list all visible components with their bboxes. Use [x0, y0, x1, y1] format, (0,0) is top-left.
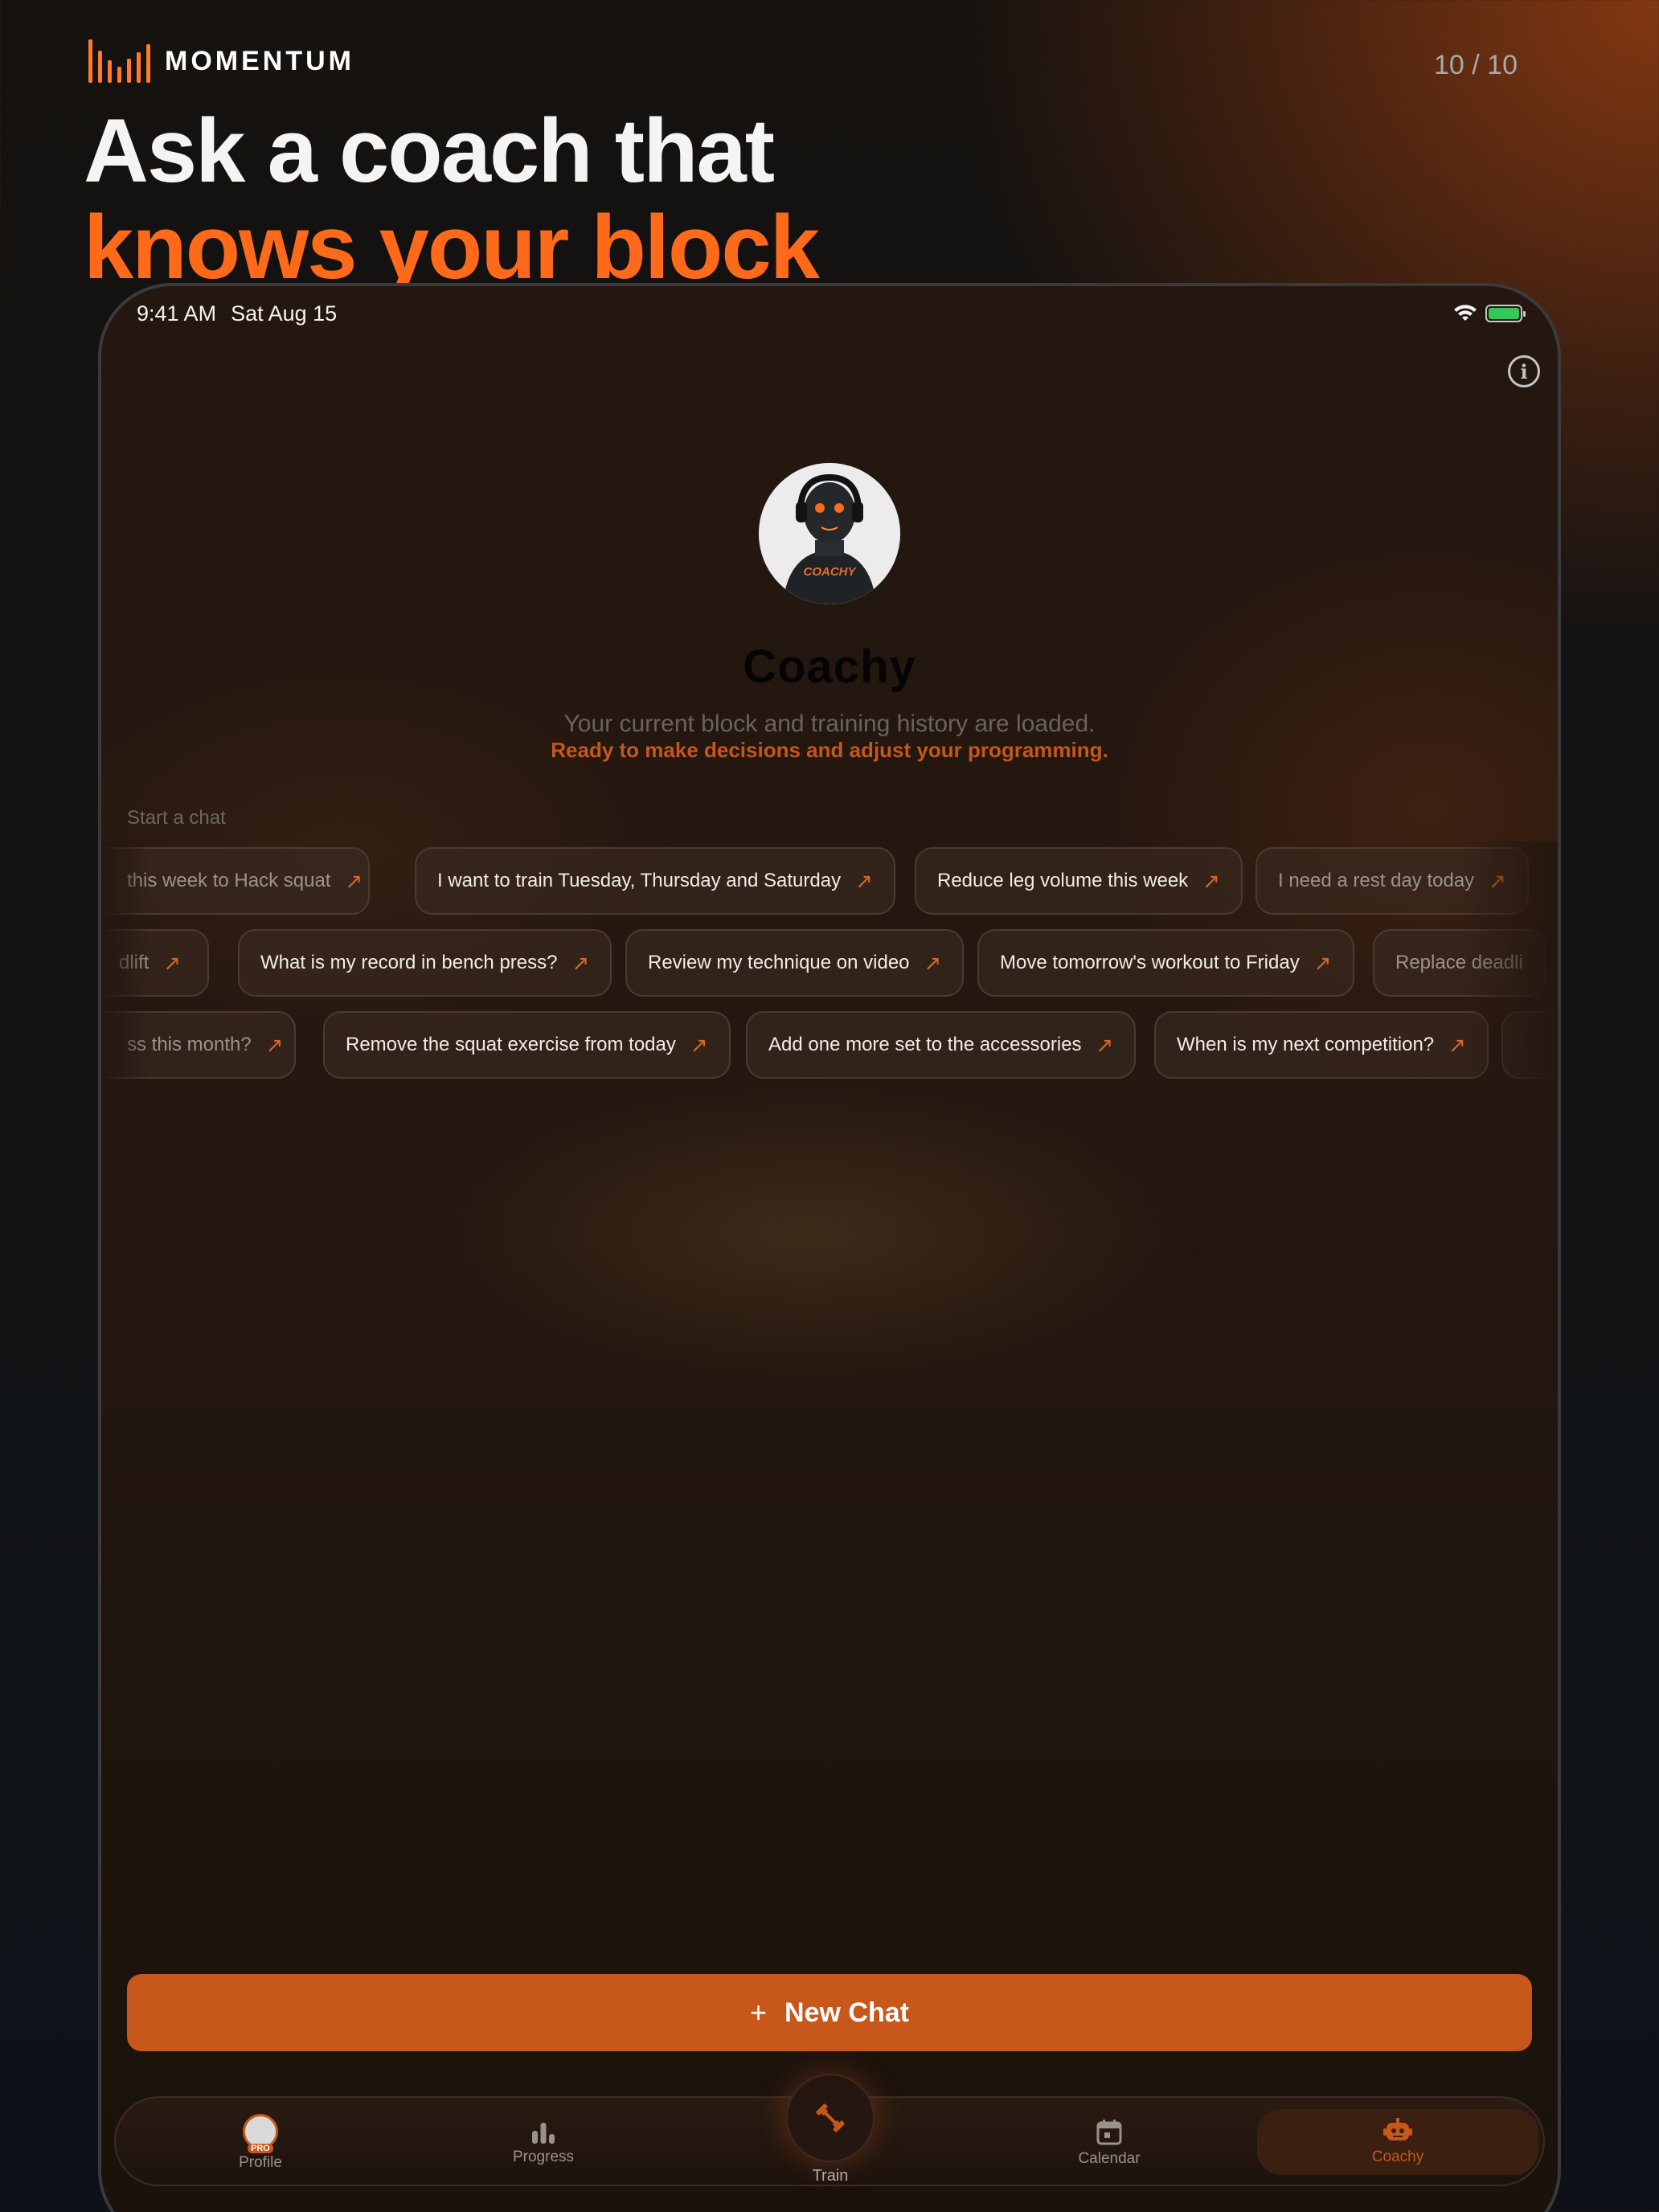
suggestion-row-3: ss this month? ↗ Remove the squat exercis… — [101, 1011, 1558, 1080]
tab-label: Calendar — [1078, 2150, 1141, 2167]
tab-profile[interactable]: PRO Profile — [140, 2098, 381, 2188]
arrow-up-right-icon: ↗ — [1096, 1032, 1114, 1057]
arrow-up-right-icon: ↗ — [855, 868, 873, 893]
suggestion-chip[interactable]: Review my technique on video ↗ — [625, 929, 965, 997]
brand-bars-icon — [88, 39, 150, 83]
wifi-icon — [1454, 305, 1477, 321]
status-bar: 9:41 AM Sat Aug 15 — [137, 297, 1526, 330]
battery-icon — [1485, 305, 1526, 322]
status-time: 9:41 AM — [137, 301, 217, 326]
suggestion-chip[interactable]: Reduce leg volume this week ↗ — [915, 847, 1243, 915]
calendar-icon — [1096, 2120, 1122, 2145]
robot-icon — [1383, 2118, 1412, 2140]
coach-name: Coachy — [743, 641, 916, 693]
suggestion-text: What is my record in bench press? — [260, 952, 558, 973]
chips-fade-left — [101, 841, 150, 1082]
suggestion-text: Reduce leg volume this week — [937, 870, 1189, 891]
suggestion-chip[interactable]: What is my record in bench press? ↗ — [238, 929, 612, 997]
chips-fade-right — [1461, 841, 1558, 1082]
start-chat-label: Start a chat — [127, 807, 226, 829]
suggestion-text: I need a rest day today — [1278, 870, 1475, 891]
suggestion-text: When is my next competition? — [1177, 1034, 1435, 1055]
arrow-up-right-icon: ↗ — [690, 1032, 708, 1057]
arrow-up-right-icon: ↗ — [1202, 868, 1220, 893]
suggestion-text: Add one more set to the accessories — [768, 1034, 1082, 1055]
tab-label: Profile — [239, 2154, 282, 2171]
suggestion-row-2: dlift↗ What is my record in bench press?… — [101, 929, 1558, 998]
train-button[interactable] — [786, 2074, 875, 2162]
suggestion-text: Move tomorrow's workout to Friday — [1000, 952, 1300, 973]
brand-name: MOMENTUM — [165, 45, 354, 76]
suggestion-chip[interactable]: Remove the squat exercise from today ↗ — [323, 1011, 731, 1079]
suggestion-row-1: this week to Hack squat ↗ I want to train… — [101, 847, 1558, 916]
suggestion-chip[interactable]: Add one more set to the accessories ↗ — [746, 1011, 1137, 1079]
headline-line-2: knows your block — [84, 197, 820, 297]
tab-label: Progress — [512, 2149, 575, 2165]
arrow-up-right-icon: ↗ — [571, 950, 590, 975]
suggestion-chip[interactable]: I want to train Tuesday, Thursday and Sa… — [415, 847, 895, 915]
arrow-up-right-icon: ↗ — [345, 868, 363, 893]
tab-calendar[interactable]: Calendar — [989, 2098, 1230, 2188]
plus-icon: + — [750, 1996, 768, 2029]
robot-coach-image: COACHY — [759, 463, 900, 604]
page-counter: 10 / 10 — [1434, 50, 1518, 80]
profile-avatar: PRO — [243, 2114, 278, 2153]
tablet-frame: 9:41 AM Sat Aug 15 i COACHY Coachy Your … — [98, 283, 1561, 2212]
new-chat-label: New Chat — [784, 1997, 909, 2028]
arrow-up-right-icon: ↗ — [924, 950, 942, 975]
suggestion-text: Review my technique on video — [648, 952, 910, 973]
headline-line-1: Ask a coach that — [84, 100, 775, 201]
tab-coachy[interactable]: Coachy — [1257, 2109, 1538, 2175]
suggestion-chip[interactable]: When is my next competition? ↗ — [1154, 1011, 1489, 1079]
arrow-up-right-icon: ↗ — [163, 950, 182, 975]
bar-chart-icon — [532, 2123, 555, 2144]
brand-logo: MOMENTUM — [88, 39, 354, 84]
status-date: Sat Aug 15 — [231, 301, 338, 326]
coach-avatar: COACHY — [759, 463, 900, 604]
coach-highlight: Ready to make decisions and adjust your … — [551, 738, 1108, 762]
suggestion-text: Remove the squat exercise from today — [346, 1034, 676, 1055]
coach-subtitle: Your current block and training history … — [563, 711, 1096, 737]
suggestion-chip[interactable]: Move tomorrow's workout to Friday ↗ — [977, 929, 1354, 997]
dumbbell-icon — [816, 2103, 845, 2132]
new-chat-button[interactable]: + New Chat — [127, 1974, 1532, 2051]
tab-label: Coachy — [1371, 2149, 1424, 2165]
coach-shirt-text: COACHY — [803, 565, 857, 579]
tab-progress[interactable]: Progress — [423, 2098, 664, 2188]
arrow-up-right-icon: ↗ — [1313, 950, 1332, 975]
suggestion-text: I want to train Tuesday, Thursday and Sa… — [437, 870, 842, 891]
info-button[interactable]: i — [1508, 355, 1540, 387]
pro-badge: PRO — [248, 2144, 273, 2153]
suggestion-text: this week to Hack squat — [127, 870, 331, 891]
arrow-up-right-icon: ↗ — [265, 1032, 284, 1057]
tab-train-label: Train — [812, 2167, 849, 2185]
headline: Ask a coach that knows your block — [84, 100, 820, 297]
